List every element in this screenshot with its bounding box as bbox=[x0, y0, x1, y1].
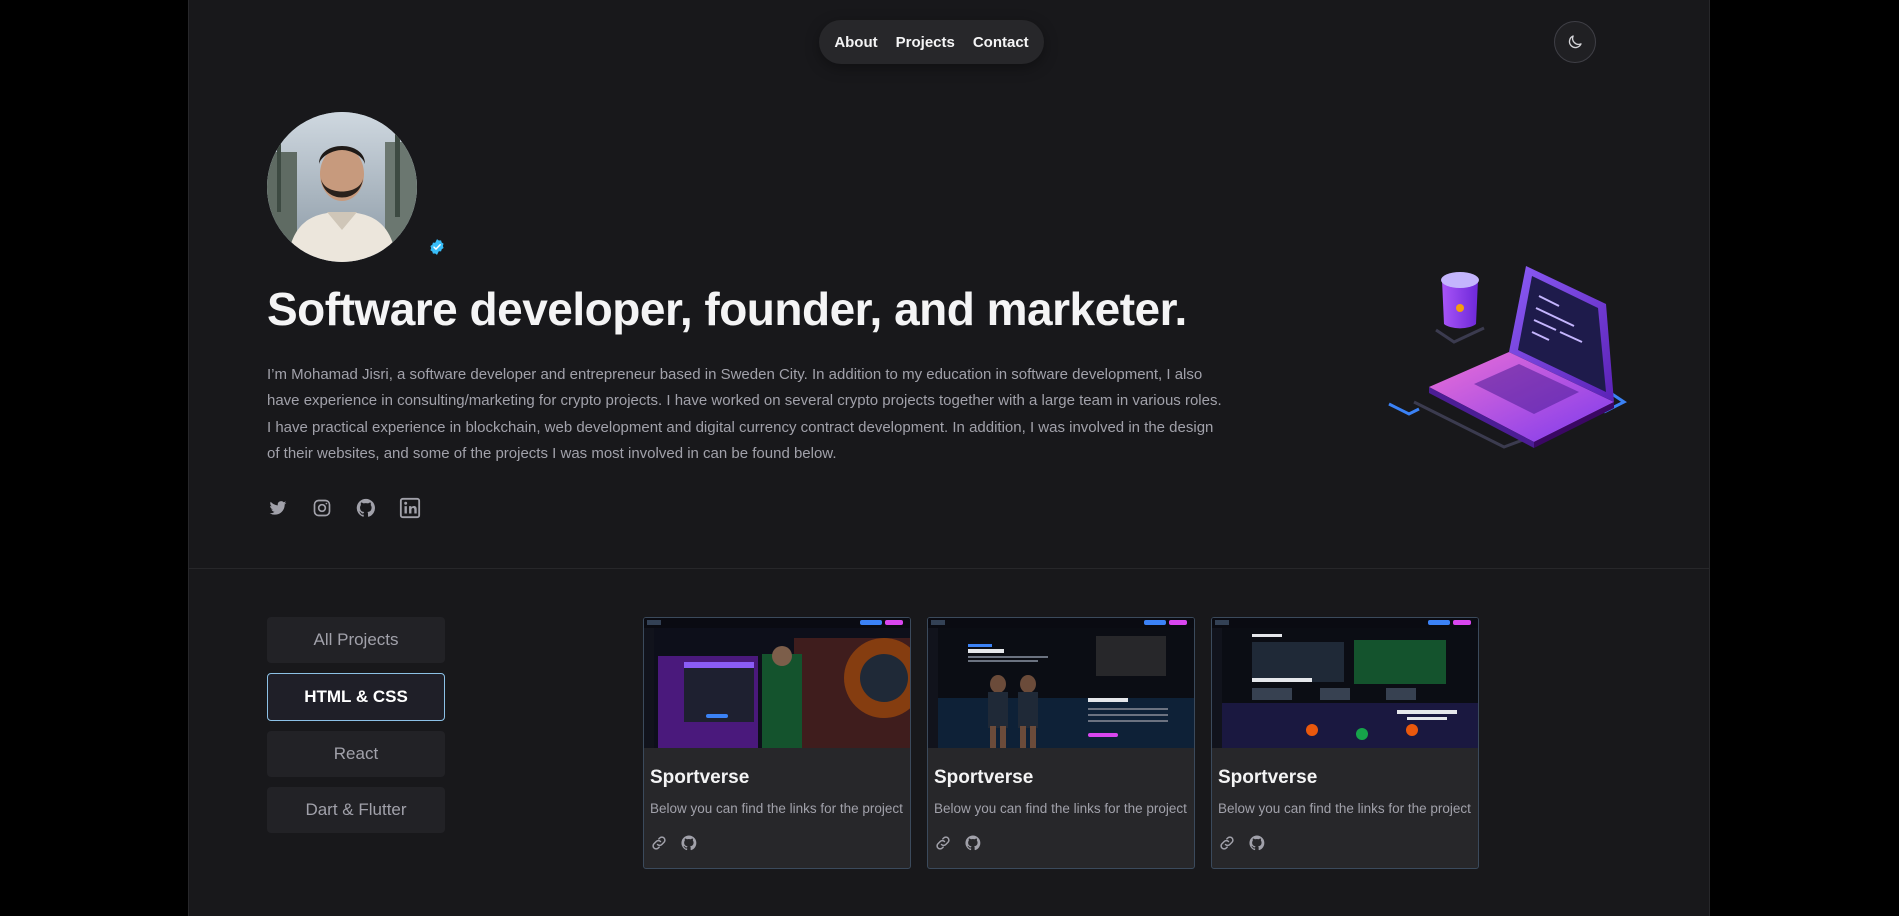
project-title: Sportverse bbox=[934, 767, 1034, 788]
filter-react-button[interactable]: React bbox=[267, 731, 445, 777]
project-description: Below you can find the links for the pro… bbox=[1218, 801, 1471, 816]
project-title: Sportverse bbox=[650, 767, 750, 788]
project-title: Sportverse bbox=[1218, 767, 1318, 788]
project-thumbnail bbox=[928, 618, 1194, 748]
social-links bbox=[267, 497, 421, 519]
project-links bbox=[1218, 834, 1266, 852]
project-card[interactable]: Sportverse Below you can find the links … bbox=[1211, 617, 1479, 869]
twitter-icon[interactable] bbox=[267, 497, 289, 519]
github-icon[interactable] bbox=[964, 834, 982, 852]
link-icon[interactable] bbox=[650, 834, 668, 852]
link-icon[interactable] bbox=[1218, 834, 1236, 852]
hero-headline: Software developer, founder, and markete… bbox=[267, 283, 1187, 335]
verified-badge-icon bbox=[430, 239, 444, 255]
section-divider bbox=[189, 568, 1709, 569]
avatar bbox=[267, 112, 417, 262]
filter-html-css-button[interactable]: HTML & CSS bbox=[267, 673, 445, 721]
github-icon[interactable] bbox=[680, 834, 698, 852]
project-description: Below you can find the links for the pro… bbox=[934, 801, 1187, 816]
filter-all-projects-button[interactable]: All Projects bbox=[267, 617, 445, 663]
project-thumbnail bbox=[644, 618, 910, 748]
project-description: Below you can find the links for the pro… bbox=[650, 801, 903, 816]
github-icon[interactable] bbox=[1248, 834, 1266, 852]
top-nav: About Projects Contact bbox=[819, 20, 1044, 64]
nav-projects-link[interactable]: Projects bbox=[896, 34, 955, 51]
linkedin-icon[interactable] bbox=[399, 497, 421, 519]
link-icon[interactable] bbox=[934, 834, 952, 852]
instagram-icon[interactable] bbox=[311, 497, 333, 519]
project-filters: All Projects HTML & CSS React Dart & Flu… bbox=[267, 617, 445, 843]
project-links bbox=[650, 834, 698, 852]
nav-about-link[interactable]: About bbox=[834, 34, 877, 51]
project-thumbnail bbox=[1212, 618, 1478, 748]
project-card[interactable]: Sportverse Below you can find the links … bbox=[927, 617, 1195, 869]
hero-bio: I’m Mohamad Jisri, a software developer … bbox=[267, 366, 1222, 462]
page: About Projects Contact Software develope… bbox=[188, 0, 1710, 916]
laptop-illustration bbox=[1388, 266, 1627, 449]
moon-icon bbox=[1568, 35, 1582, 49]
nav-contact-link[interactable]: Contact bbox=[973, 34, 1029, 51]
project-card[interactable]: Sportverse Below you can find the links … bbox=[643, 617, 911, 869]
github-icon[interactable] bbox=[355, 497, 377, 519]
project-links bbox=[934, 834, 982, 852]
filter-dart-flutter-button[interactable]: Dart & Flutter bbox=[267, 787, 445, 833]
theme-toggle-button[interactable] bbox=[1554, 21, 1596, 63]
